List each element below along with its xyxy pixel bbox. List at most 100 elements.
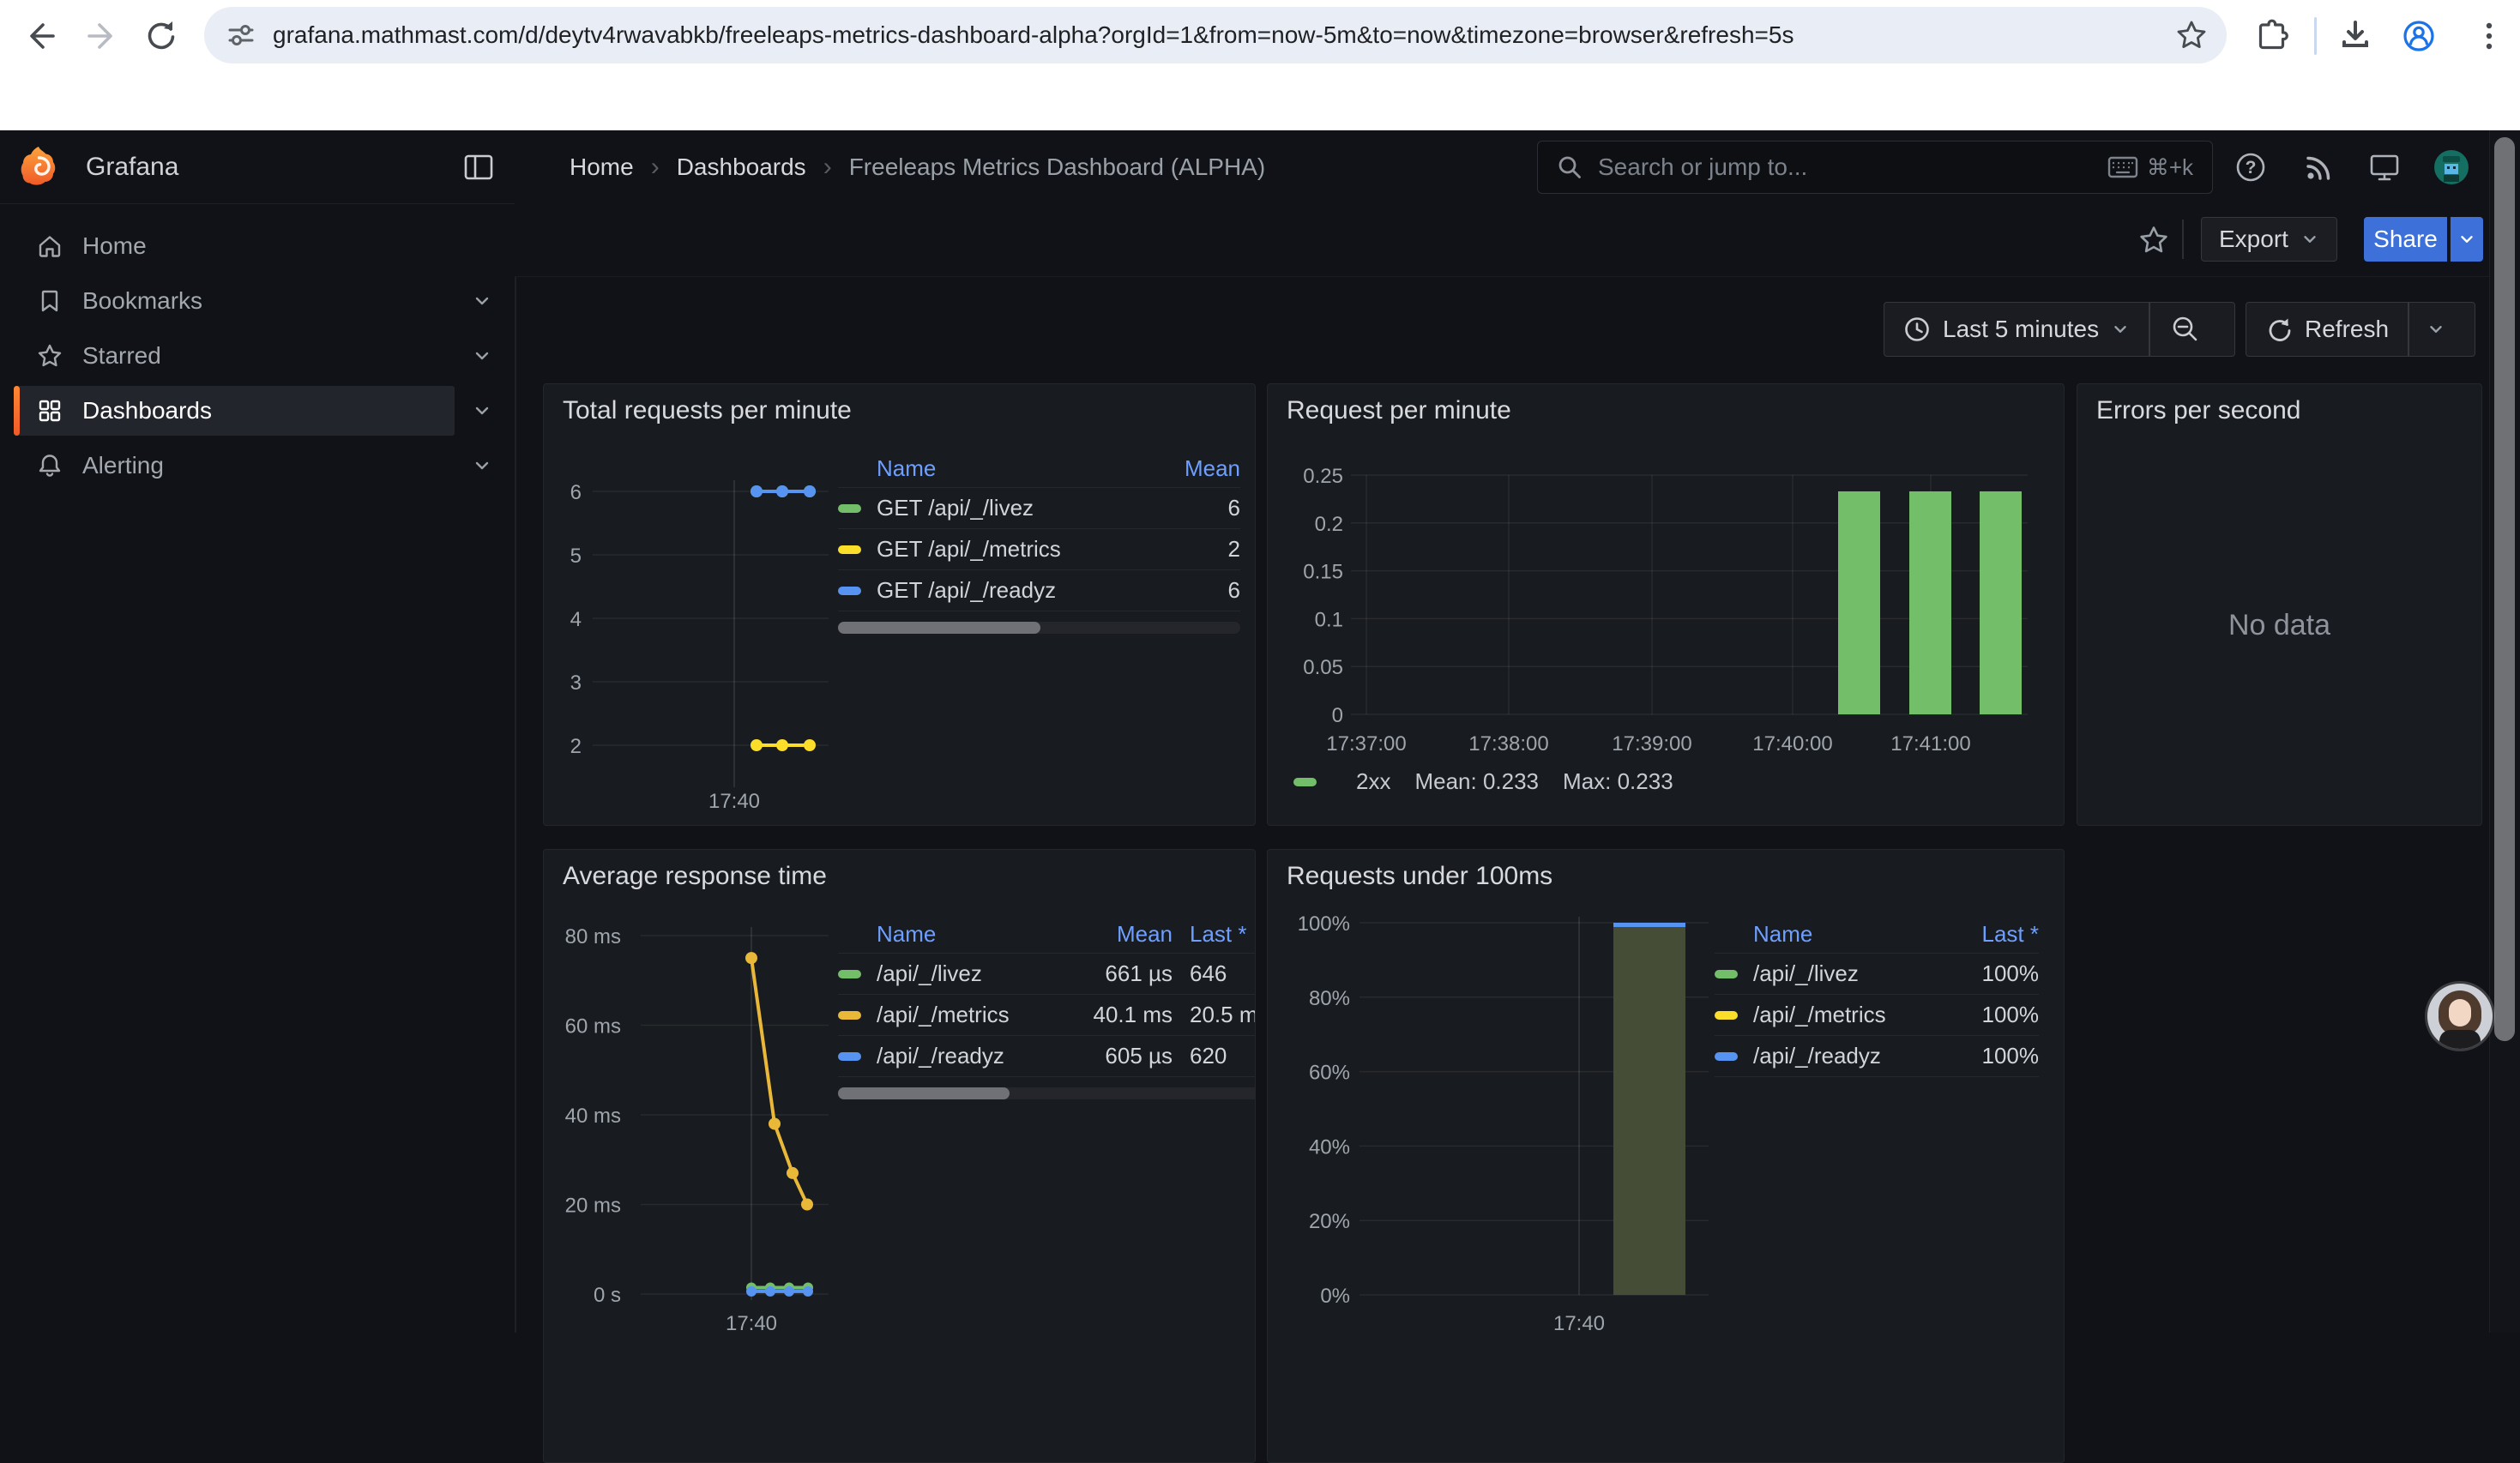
- reload-icon[interactable]: [141, 15, 182, 57]
- mega-menu-toggle-icon[interactable]: [463, 153, 494, 182]
- share-button[interactable]: Share: [2364, 217, 2447, 262]
- legend-table-header: NameMeanLast *: [838, 915, 1256, 954]
- svg-text:60%: 60%: [1309, 1062, 1350, 1085]
- svg-text:0: 0: [1332, 704, 1343, 727]
- sidebar-expand-alerting[interactable]: [467, 441, 497, 491]
- svg-text:17:40: 17:40: [726, 1312, 777, 1335]
- series-mean: 40.1 ms: [1061, 1002, 1173, 1028]
- legend-table-row[interactable]: /api/_/livez100%: [1715, 954, 2039, 995]
- sidebar-expand-dashboards[interactable]: [467, 386, 497, 436]
- sidebar-item-alerting[interactable]: Alerting: [14, 441, 455, 491]
- sidebar-item-bookmarks[interactable]: Bookmarks: [14, 276, 455, 326]
- actions-divider: [2182, 220, 2184, 259]
- forward-icon[interactable]: [81, 15, 122, 57]
- zoom-out-button[interactable]: [2150, 303, 2221, 356]
- legend-max: Max: 0.233: [1563, 768, 1673, 795]
- series-color-chip: [1715, 970, 1738, 978]
- panel-title[interactable]: Request per minute: [1287, 396, 1511, 425]
- chevron-down-icon: [2457, 230, 2476, 249]
- export-button[interactable]: Export: [2201, 217, 2337, 262]
- column-header[interactable]: Name: [877, 455, 1172, 482]
- grafana-logo[interactable]: [21, 146, 57, 187]
- menu-kebab-icon[interactable]: [2469, 15, 2510, 57]
- refresh-group: Refresh: [2246, 302, 2475, 357]
- user-avatar[interactable]: [2431, 130, 2472, 203]
- legend-table-row[interactable]: GET /api/_/metrics2: [838, 529, 1240, 570]
- site-settings-icon[interactable]: [226, 21, 256, 50]
- sidebar-item-dashboards[interactable]: Dashboards: [14, 386, 455, 436]
- search-icon: [1557, 154, 1583, 180]
- refresh-button[interactable]: Refresh: [2246, 303, 2408, 356]
- legend-table-row[interactable]: GET /api/_/readyz6: [838, 570, 1240, 611]
- page-scrollbar-thumb[interactable]: [2494, 137, 2515, 1041]
- svg-text:0%: 0%: [1320, 1285, 1350, 1308]
- sidebar-item-starred[interactable]: Starred: [14, 331, 455, 381]
- legend-table-row[interactable]: /api/_/metrics100%: [1715, 995, 2039, 1036]
- time-range-picker[interactable]: Last 5 minutes: [1884, 303, 2149, 356]
- chart-legend[interactable]: 2xx Mean: 0.233 Max: 0.233: [1293, 768, 1673, 795]
- refresh-interval-dropdown[interactable]: [2409, 303, 2463, 356]
- chart-canvas[interactable]: 0.250.20.150.10.05017:37:0017:38:0017:39…: [1268, 384, 2065, 826]
- breadcrumb-home[interactable]: Home: [570, 154, 634, 181]
- download-icon[interactable]: [2335, 15, 2376, 57]
- bookmarks-bar: Freeleaps 收藏博客: [0, 72, 2520, 130]
- svg-text:20 ms: 20 ms: [565, 1195, 621, 1218]
- svg-text:0.25: 0.25: [1303, 465, 1343, 488]
- column-header[interactable]: Last *: [1173, 921, 1256, 948]
- sidebar-item-home[interactable]: Home: [14, 221, 455, 271]
- panel-errors-per-second: Errors per second No data: [2077, 383, 2482, 826]
- svg-text:17:37:00: 17:37:00: [1326, 732, 1406, 756]
- svg-text:3: 3: [570, 671, 582, 695]
- sidebar-expand-starred[interactable]: [467, 331, 497, 381]
- url-text[interactable]: grafana.mathmast.com/d/deytv4rwavabkb/fr…: [273, 21, 2158, 49]
- panel-title[interactable]: Total requests per minute: [563, 396, 852, 425]
- table-scrollbar-thumb[interactable]: [838, 1087, 1010, 1099]
- column-header[interactable]: Name: [877, 921, 1061, 948]
- share-dropdown-button[interactable]: [2449, 217, 2483, 262]
- legend-table-header: NameMean: [838, 449, 1240, 488]
- svg-text:?: ?: [2246, 158, 2257, 178]
- search-box[interactable]: ⌘+k: [1537, 141, 2213, 194]
- bookmark-star-icon[interactable]: [2175, 19, 2208, 51]
- sidebar-expand-bookmarks[interactable]: [467, 276, 497, 326]
- breadcrumb-dashboards[interactable]: Dashboards: [677, 154, 806, 181]
- table-scrollbar[interactable]: [838, 622, 1240, 634]
- legend-table: NameMeanGET /api/_/livez6GET /api/_/metr…: [838, 449, 1240, 634]
- floating-avatar[interactable]: [2427, 984, 2493, 1049]
- search-input[interactable]: [1596, 153, 2094, 182]
- series-mean: 6: [1172, 577, 1240, 604]
- panel-title[interactable]: Requests under 100ms: [1287, 862, 1552, 891]
- bell-icon: [36, 452, 63, 479]
- panel-title[interactable]: Average response time: [563, 862, 827, 891]
- legend-table-row[interactable]: /api/_/readyz605 µs620: [838, 1036, 1256, 1077]
- legend-table-row[interactable]: /api/_/readyz100%: [1715, 1036, 2039, 1077]
- series-last: 646: [1173, 960, 1256, 987]
- legend-table-row[interactable]: /api/_/metrics40.1 ms20.5 ms: [838, 995, 1256, 1036]
- column-header[interactable]: Last *: [1944, 921, 2039, 948]
- column-header[interactable]: Mean: [1172, 455, 1240, 482]
- back-icon[interactable]: [21, 15, 62, 57]
- time-range-group: Last 5 minutes: [1884, 302, 2235, 357]
- table-scrollbar-thumb[interactable]: [838, 622, 1040, 634]
- extensions-icon[interactable]: [2251, 15, 2292, 57]
- dashboards-grid-icon: [36, 397, 63, 424]
- help-icon[interactable]: ?: [2230, 130, 2271, 203]
- panel-title[interactable]: Errors per second: [2096, 396, 2300, 425]
- column-header[interactable]: Mean: [1061, 921, 1173, 948]
- profile-icon[interactable]: [2398, 15, 2439, 57]
- table-scrollbar[interactable]: [838, 1087, 1256, 1099]
- keyboard-icon: [2107, 155, 2138, 179]
- legend-table-row[interactable]: GET /api/_/livez6: [838, 488, 1240, 529]
- column-header[interactable]: Name: [1753, 921, 1944, 948]
- breadcrumb-separator: ›: [823, 153, 832, 182]
- monitor-icon[interactable]: [2364, 130, 2405, 203]
- brand-name[interactable]: Grafana: [86, 130, 178, 203]
- url-bar[interactable]: grafana.mathmast.com/d/deytv4rwavabkb/fr…: [204, 7, 2227, 63]
- page-scrollbar[interactable]: [2489, 130, 2520, 1333]
- favorite-star-icon[interactable]: [2137, 224, 2170, 256]
- series-color-chip: [838, 587, 861, 595]
- series-color-chip: [838, 1011, 861, 1020]
- chevron-down-icon: [2427, 320, 2445, 339]
- legend-table-row[interactable]: /api/_/livez661 µs646: [838, 954, 1256, 995]
- rss-icon[interactable]: [2299, 130, 2340, 203]
